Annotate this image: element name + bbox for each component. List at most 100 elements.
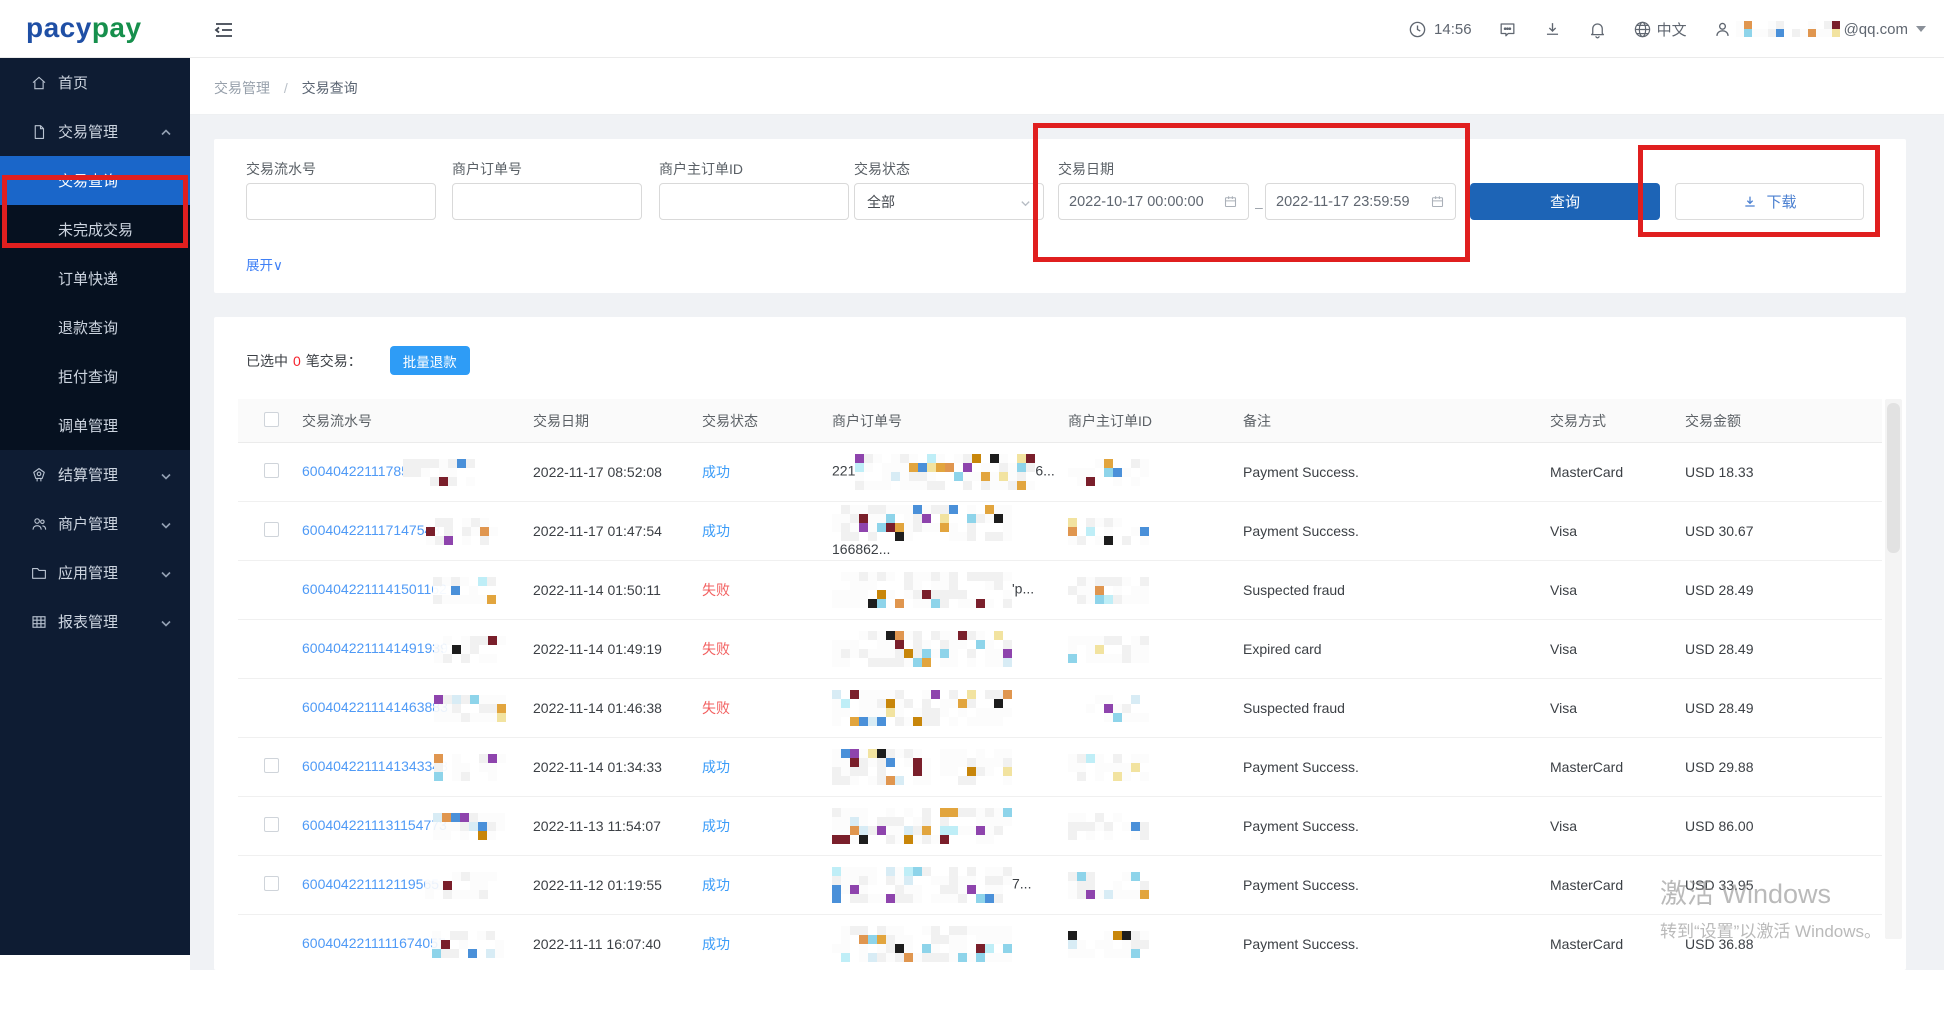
chevron-down-icon bbox=[160, 616, 172, 628]
redaction-mosaic bbox=[431, 930, 504, 958]
table-row: 6004042211141491939 2022-11-14 01:49:19 失败… bbox=[238, 620, 1882, 679]
main-content: 交易管理 / 交易查询 交易流水号 商户订单号 商户主订单ID 交易状态 交易日… bbox=[190, 58, 1944, 970]
table-row: 6004042211141463883 2022-11-14 01:46:38 失败… bbox=[238, 679, 1882, 738]
sidebar-item-label: 首页 bbox=[58, 75, 89, 92]
redaction-mosaic bbox=[1068, 753, 1149, 781]
sidebar-item-2[interactable]: 交易查询 bbox=[0, 156, 190, 205]
txn-id-link[interactable]: 600404221117852 bbox=[302, 463, 417, 479]
date-range-dash: – bbox=[1255, 199, 1263, 215]
amount: USD 86.00 bbox=[1685, 818, 1754, 834]
pay-method: MasterCard bbox=[1550, 759, 1624, 775]
merchant-main-order-input[interactable] bbox=[659, 183, 849, 220]
table-scrollbar[interactable] bbox=[1885, 399, 1902, 939]
txn-id-cell: 6004042211141491939 bbox=[302, 635, 533, 663]
breadcrumb-parent[interactable]: 交易管理 bbox=[214, 80, 270, 96]
pay-method: MasterCard bbox=[1550, 464, 1624, 480]
redaction-mosaic bbox=[832, 631, 1012, 667]
txn-id-link[interactable]: 6004042211141501162 bbox=[302, 581, 447, 597]
redaction-mosaic bbox=[1068, 694, 1149, 722]
row-checkbox[interactable] bbox=[264, 876, 279, 891]
txn-status-label: 交易状态 bbox=[854, 161, 910, 177]
sidebar-item-9[interactable]: 商户管理 bbox=[0, 499, 190, 548]
txn-id-link[interactable]: 6004042211131154773 bbox=[302, 817, 447, 833]
sidebar-item-8[interactable]: 结算管理 bbox=[0, 450, 190, 499]
sidebar-item-1[interactable]: 交易管理 bbox=[0, 107, 190, 156]
user-account-menu[interactable]: @qq.com bbox=[1713, 20, 1926, 39]
txn-no-input[interactable] bbox=[246, 183, 436, 220]
sidebar-item-3[interactable]: 未完成交易 bbox=[0, 205, 190, 254]
sidebar-item-10[interactable]: 应用管理 bbox=[0, 548, 190, 597]
txn-date: 2022-11-13 11:54:07 bbox=[533, 818, 661, 834]
top-bar: pacypay 14:56 中文 @qq.com bbox=[0, 0, 1944, 58]
txn-date: 2022-11-11 16:07:40 bbox=[533, 936, 661, 952]
remark: Payment Success. bbox=[1243, 936, 1359, 952]
notification-bell-icon[interactable] bbox=[1588, 20, 1607, 39]
merchant-main-order-cell bbox=[1068, 517, 1243, 545]
download-button[interactable]: 下载 bbox=[1675, 183, 1864, 220]
sidebar-item-5[interactable]: 退款查询 bbox=[0, 303, 190, 352]
txn-id-link[interactable]: 6004042211111674057 bbox=[302, 935, 446, 951]
chevron-down-icon bbox=[1020, 196, 1031, 207]
transactions-table: 交易流水号 交易日期 交易状态 商户订单号 商户主订单ID 备注 交易方式 交易… bbox=[238, 399, 1882, 970]
txn-status: 成功 bbox=[702, 936, 730, 952]
txn-id-link[interactable]: 6004042211141463883 bbox=[302, 699, 448, 715]
grid-icon bbox=[30, 613, 48, 631]
txn-id-link[interactable]: 600404221117147543 bbox=[302, 522, 440, 538]
sidebar-item-label: 拒付查询 bbox=[58, 369, 119, 386]
merchant-main-order-cell bbox=[1068, 753, 1243, 781]
download-label: 下载 bbox=[1766, 194, 1797, 211]
amount: USD 36.88 bbox=[1685, 936, 1754, 952]
select-all-checkbox[interactable] bbox=[264, 411, 279, 427]
redaction-mosaic bbox=[433, 694, 506, 722]
txn-date: 2022-11-14 01:46:38 bbox=[533, 700, 662, 716]
sidebar-item-0[interactable]: 首页 bbox=[0, 58, 190, 107]
date-from-input[interactable]: 2022-10-17 00:00:00 bbox=[1058, 183, 1249, 220]
language-switcher[interactable]: 中文 bbox=[1633, 19, 1687, 40]
message-icon[interactable] bbox=[1498, 20, 1517, 39]
batch-refund-button[interactable]: 批量退款 bbox=[389, 346, 470, 375]
sidebar-item-label: 调单管理 bbox=[58, 418, 119, 435]
row-checkbox[interactable] bbox=[264, 522, 279, 537]
remark: Payment Success. bbox=[1243, 818, 1359, 834]
scrollbar-thumb[interactable] bbox=[1887, 403, 1900, 553]
download-center-icon[interactable] bbox=[1543, 20, 1562, 39]
txn-status-select[interactable]: 全部 bbox=[854, 183, 1044, 220]
txn-id-link[interactable]: 6004042211141343343 bbox=[302, 758, 448, 774]
merchant-order-fragment: 'p... bbox=[1012, 580, 1035, 597]
logo-part-2: pay bbox=[91, 12, 142, 43]
txn-status: 成功 bbox=[702, 818, 730, 834]
txn-date: 2022-11-14 01:50:11 bbox=[533, 582, 661, 598]
merchant-order-fragment: 6... bbox=[1035, 462, 1055, 479]
sidebar-item-4[interactable]: 订单快递 bbox=[0, 254, 190, 303]
query-button[interactable]: 查询 bbox=[1470, 183, 1660, 220]
txn-id-link[interactable]: 6004042211141491939 bbox=[302, 640, 448, 656]
pay-method: Visa bbox=[1550, 818, 1577, 834]
row-checkbox-cell bbox=[238, 522, 302, 540]
sidebar-item-7[interactable]: 调单管理 bbox=[0, 401, 190, 450]
date-to-input[interactable]: 2022-11-17 23:59:59 bbox=[1265, 183, 1456, 220]
row-checkbox[interactable] bbox=[264, 463, 279, 478]
sidebar-item-label: 结算管理 bbox=[58, 467, 119, 484]
redaction-mosaic bbox=[433, 753, 506, 781]
txn-id-link[interactable]: 600404221112119565 bbox=[302, 876, 439, 892]
table-row: 6004042211141501162 2022-11-14 01:50:11 失败… bbox=[238, 561, 1882, 620]
row-checkbox-cell bbox=[238, 876, 302, 894]
remark: Payment Success. bbox=[1243, 877, 1359, 893]
sidebar-collapse-icon[interactable] bbox=[212, 18, 236, 42]
merchant-order-cell: 166862... bbox=[832, 505, 1068, 557]
remark: Payment Success. bbox=[1243, 523, 1359, 539]
sidebar-item-label: 退款查询 bbox=[58, 320, 119, 337]
merchant-order-cell: 7... bbox=[832, 867, 1068, 903]
redaction-mosaic bbox=[1068, 576, 1149, 604]
txn-date: 2022-11-12 01:19:55 bbox=[533, 877, 662, 893]
sidebar-item-6[interactable]: 拒付查询 bbox=[0, 352, 190, 401]
sidebar-item-11[interactable]: 报表管理 bbox=[0, 597, 190, 646]
merchant-order-input[interactable] bbox=[452, 183, 642, 220]
calendar-icon bbox=[1430, 194, 1445, 209]
merchant-order-cell: 221 6... bbox=[832, 454, 1068, 490]
expand-filters-link[interactable]: 展开∨ bbox=[246, 254, 283, 274]
row-checkbox[interactable] bbox=[264, 817, 279, 832]
remark: Payment Success. bbox=[1243, 759, 1359, 775]
txn-id-cell: 600404221112119565 bbox=[302, 871, 533, 899]
row-checkbox[interactable] bbox=[264, 758, 279, 773]
